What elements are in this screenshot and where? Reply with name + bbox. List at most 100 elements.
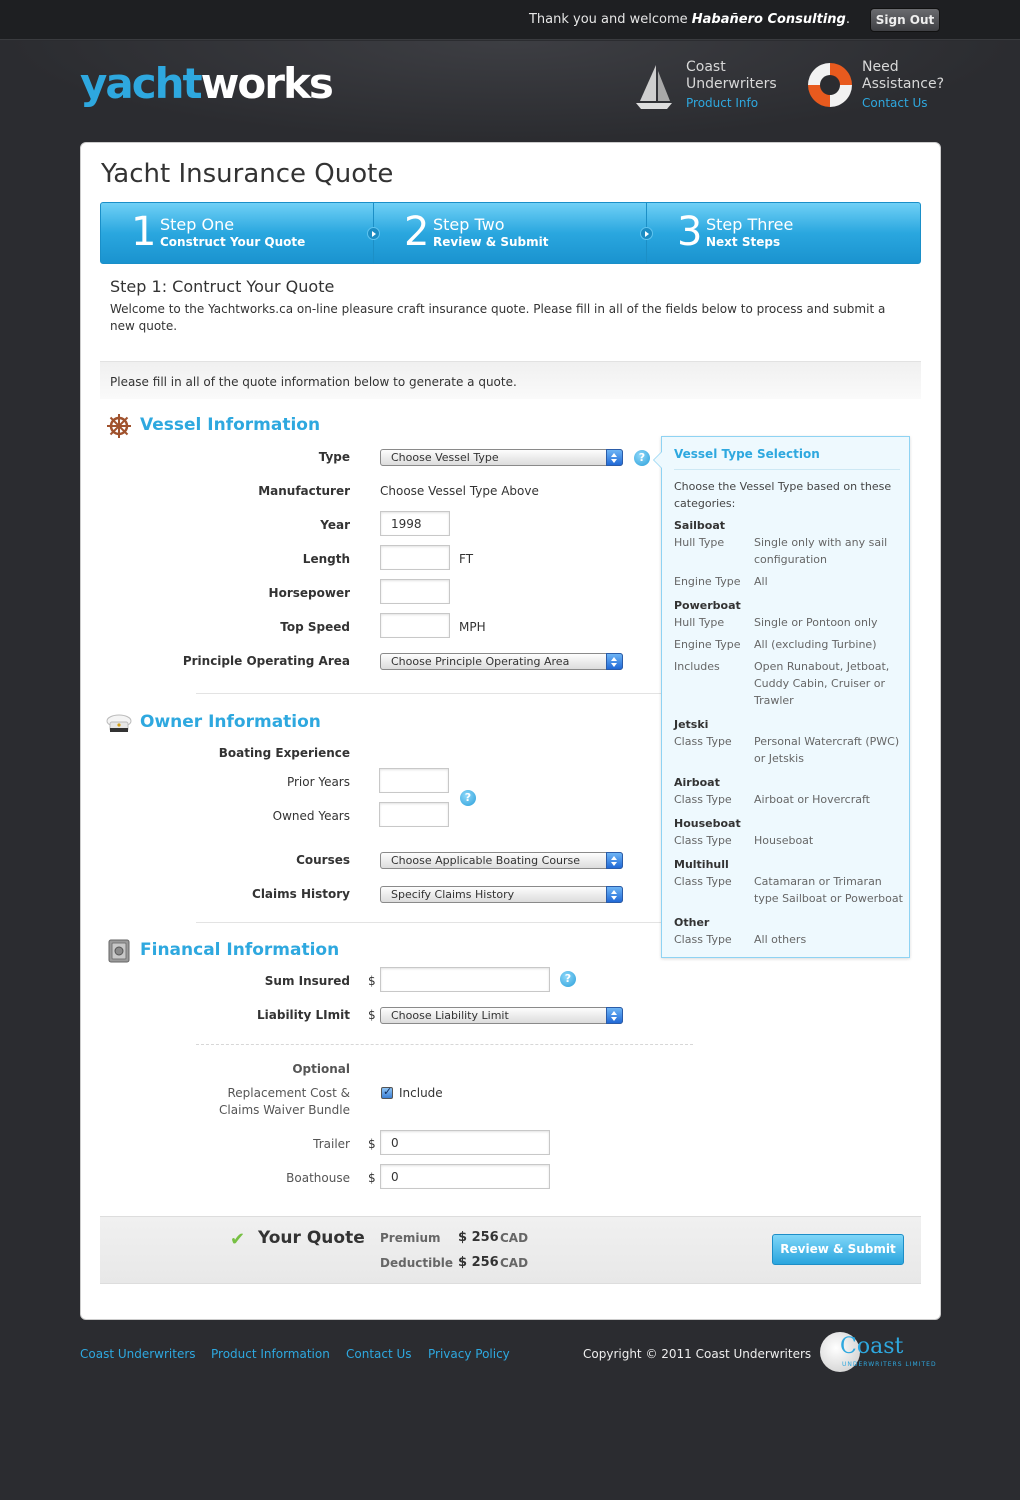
step-one[interactable]: 1 Step One Construct Your Quote bbox=[101, 203, 380, 263]
select-value: Choose Principle Operating Area bbox=[391, 655, 570, 668]
quote-panel: Yacht Insurance Quote 1 Step One Constru… bbox=[80, 142, 941, 1320]
horsepower-label: Horsepower bbox=[268, 586, 350, 600]
step-two[interactable]: 2 Step Two Review & Submit bbox=[374, 203, 653, 263]
footer-link-contact-us[interactable]: Contact Us bbox=[346, 1347, 412, 1361]
owned-years-label: Owned Years bbox=[272, 809, 350, 823]
footer-link-coast-underwriters[interactable]: Coast Underwriters bbox=[80, 1347, 196, 1361]
category-value: All others bbox=[754, 933, 807, 946]
premium-label: Premium bbox=[380, 1231, 441, 1245]
step-title: Step Two bbox=[433, 215, 505, 234]
coast-underwriters-link: Coast Underwriters Product Info bbox=[686, 59, 777, 110]
top-speed-label: Top Speed bbox=[280, 620, 350, 634]
currency-symbol: $ bbox=[368, 1137, 376, 1151]
category-key: Class Type bbox=[674, 735, 732, 748]
category-name: Jetski bbox=[674, 718, 709, 731]
vessel-section-title: Vessel Information bbox=[140, 415, 321, 435]
year-input[interactable]: 1998 bbox=[380, 511, 450, 536]
header-link-title-line2: Underwriters bbox=[686, 76, 777, 92]
chevron-right-icon bbox=[640, 227, 653, 240]
top-speed-input[interactable] bbox=[380, 613, 450, 638]
claims-history-select[interactable]: Specify Claims History bbox=[380, 886, 623, 903]
captain-hat-icon bbox=[106, 714, 132, 732]
tooltip-divider bbox=[674, 469, 900, 470]
deductible-currency: CAD bbox=[500, 1256, 529, 1270]
claims-history-label: Claims History bbox=[252, 887, 350, 901]
help-icon[interactable]: ? bbox=[634, 450, 650, 466]
step-subtitle: Review & Submit bbox=[433, 235, 549, 249]
page-title: Yacht Insurance Quote bbox=[101, 159, 394, 189]
include-label: Include bbox=[399, 1086, 443, 1100]
liability-limit-select[interactable]: Choose Liability Limit bbox=[380, 1007, 623, 1024]
year-label: Year bbox=[320, 518, 350, 532]
currency-symbol: $ bbox=[368, 1008, 376, 1022]
category-value: All bbox=[754, 575, 768, 588]
top-bar: Thank you and welcome Habañero Consultin… bbox=[0, 0, 1020, 40]
operating-area-label: Principle Operating Area bbox=[182, 654, 350, 668]
header-link-title-line1: Coast bbox=[686, 59, 726, 75]
boathouse-input[interactable]: 0 bbox=[380, 1164, 550, 1189]
currency-symbol: $ bbox=[368, 1171, 376, 1185]
step-number: 3 bbox=[677, 209, 703, 255]
boathouse-label: Boathouse bbox=[286, 1171, 350, 1185]
category-key: Engine Type bbox=[674, 575, 741, 588]
select-arrows-icon bbox=[606, 852, 623, 869]
select-arrows-icon bbox=[606, 449, 623, 466]
optional-label: Optional bbox=[292, 1062, 350, 1076]
category-value: Personal Watercraft (PWC) or Jetskis bbox=[754, 735, 900, 765]
premium-currency: CAD bbox=[500, 1231, 529, 1245]
ship-wheel-icon bbox=[107, 414, 131, 438]
category-value: All (excluding Turbine) bbox=[754, 638, 877, 651]
category-name: Houseboat bbox=[674, 817, 741, 830]
yachtworks-logo[interactable]: yachtworks bbox=[80, 59, 334, 108]
footer-link-product-information[interactable]: Product Information bbox=[211, 1347, 330, 1361]
liability-limit-label: Liability LImit bbox=[257, 1008, 350, 1022]
step-title: Step Three bbox=[706, 215, 794, 234]
section-divider bbox=[196, 922, 736, 923]
header-link-title-line1: Need bbox=[862, 59, 899, 75]
logo-subtitle: UNDERWRITERS LIMITED bbox=[842, 1361, 937, 1368]
courses-select[interactable]: Choose Applicable Boating Course bbox=[380, 852, 623, 869]
sum-insured-input[interactable] bbox=[380, 967, 550, 992]
length-input[interactable] bbox=[380, 545, 450, 570]
category-value: Houseboat bbox=[754, 834, 814, 847]
horsepower-input[interactable] bbox=[380, 579, 450, 604]
manufacturer-value: Choose Vessel Type Above bbox=[380, 484, 539, 498]
instruction-text: Please fill in all of the quote informat… bbox=[110, 375, 517, 389]
bundle-label-line2: Claims Waiver Bundle bbox=[219, 1103, 350, 1117]
owned-years-input[interactable] bbox=[379, 802, 449, 827]
review-submit-button[interactable]: Review & Submit bbox=[772, 1234, 904, 1265]
sign-out-button[interactable]: Sign Out bbox=[870, 8, 940, 32]
select-arrows-icon bbox=[606, 1007, 623, 1024]
footer-link-privacy-policy[interactable]: Privacy Policy bbox=[428, 1347, 510, 1361]
tooltip-intro: Choose the Vessel Type based on these ca… bbox=[674, 480, 892, 510]
welcome-message: Thank you and welcome Habañero Consultin… bbox=[529, 12, 850, 27]
prior-years-input[interactable] bbox=[379, 768, 449, 793]
safe-icon bbox=[108, 939, 130, 963]
deductible-label: Deductible bbox=[380, 1256, 454, 1270]
section-divider bbox=[196, 1044, 693, 1045]
category-value: Catamaran or Trimaran type Sailboat or P… bbox=[754, 875, 903, 905]
intro-heading: Step 1: Contruct Your Quote bbox=[110, 277, 335, 296]
category-key: Includes bbox=[674, 660, 720, 673]
vessel-type-select[interactable]: Choose Vessel Type bbox=[380, 449, 623, 466]
category-name: Sailboat bbox=[674, 519, 725, 532]
step-number: 2 bbox=[404, 209, 430, 255]
operating-area-select[interactable]: Choose Principle Operating Area bbox=[380, 653, 623, 670]
length-unit: FT bbox=[459, 552, 474, 566]
category-key: Class Type bbox=[674, 875, 732, 888]
sum-insured-label: Sum Insured bbox=[264, 974, 350, 988]
boating-experience-label: Boating Experience bbox=[218, 746, 350, 760]
product-info-link[interactable]: Product Info bbox=[686, 96, 777, 110]
coast-underwriters-logo[interactable]: Coast UNDERWRITERS LIMITED bbox=[820, 1332, 940, 1372]
category-key: Engine Type bbox=[674, 638, 741, 651]
category-name: Multihull bbox=[674, 858, 729, 871]
step-three[interactable]: 3 Step Three Next Steps bbox=[647, 203, 920, 263]
currency-symbol: $ bbox=[368, 974, 376, 988]
include-bundle-checkbox[interactable] bbox=[381, 1085, 393, 1099]
help-icon[interactable]: ? bbox=[460, 790, 476, 806]
contact-us-link[interactable]: Contact Us bbox=[862, 96, 944, 110]
help-icon[interactable]: ? bbox=[560, 971, 576, 987]
select-value: Choose Applicable Boating Course bbox=[391, 854, 581, 867]
step-subtitle: Construct Your Quote bbox=[160, 235, 306, 249]
trailer-input[interactable]: 0 bbox=[380, 1130, 550, 1155]
